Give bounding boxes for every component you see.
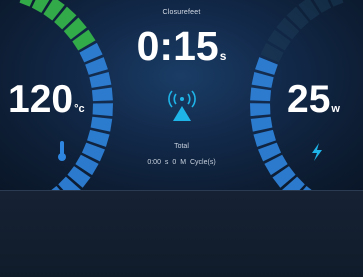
timer-unit: s (219, 49, 227, 63)
main-panel: Closurefeet 0:15s 120°c 25w Total 0:00 s… (0, 0, 363, 190)
power-gauge-segment (250, 87, 272, 102)
status-label: Closurefeet (162, 9, 201, 16)
power-gauge-segment (250, 116, 273, 132)
power-gauge-segment (251, 72, 274, 88)
temperature-gauge-segment (91, 87, 113, 102)
timer-readout: 0:15s (110, 24, 253, 78)
total-cycles: 0 M Cycle(s) (172, 159, 216, 166)
power-unit: w (331, 103, 340, 115)
total-time: 0:00 s (147, 159, 169, 166)
temperature-readout: 120°c (8, 80, 85, 129)
timer-value: 0:15 (136, 23, 219, 69)
total-values: 0:00 s 0 M Cycle(s) (0, 159, 363, 166)
bottom-panel (0, 190, 363, 277)
power-value: 25 (287, 78, 331, 121)
device-screen: Closurefeet 0:15s 120°c 25w Total 0:00 s… (0, 0, 363, 277)
power-readout: 25w (287, 80, 340, 129)
temperature-gauge-segment (89, 72, 112, 88)
temperature-value: 120 (8, 78, 74, 121)
temperature-gauge-segment (90, 116, 113, 132)
total-label: Total (174, 143, 189, 150)
temperature-unit: °c (74, 103, 85, 115)
power-gauge-segment (250, 103, 271, 117)
temperature-gauge-segment (92, 103, 113, 117)
wireless-signal-icon (168, 90, 196, 121)
